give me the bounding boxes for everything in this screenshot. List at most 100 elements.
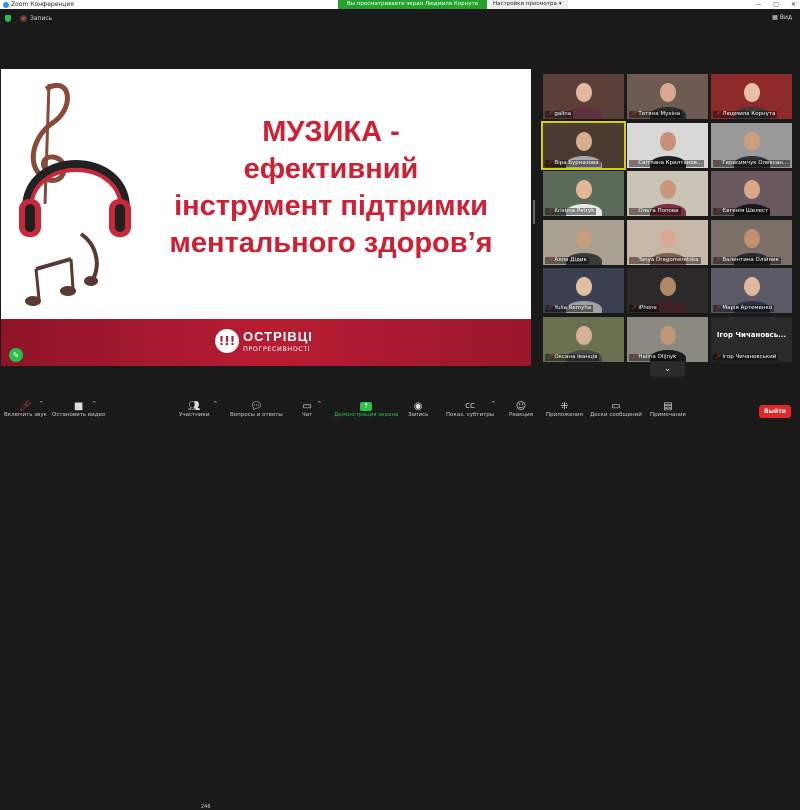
apps-button[interactable]: ⁜ Приложения (546, 401, 583, 418)
participant-name: Ігор Чичановський (722, 353, 777, 360)
participant-tile[interactable]: 🎤︎ Kristina Petryk (543, 171, 624, 216)
participant-name: galina (554, 111, 572, 117)
participant-name: Віра Бурназова (554, 159, 599, 166)
grid-view-icon: ▦ (772, 14, 778, 21)
audio-options-caret[interactable]: ^ (39, 401, 44, 407)
participant-tile[interactable]: 🎤︎ Євгенія Шелест (711, 171, 792, 216)
chat-button[interactable]: ▭ Чат (302, 401, 312, 418)
participant-tile[interactable]: 🎤︎ galina (543, 74, 624, 119)
participant-tile[interactable]: 🎤︎ Tanya Dragomeretska (627, 219, 708, 265)
encryption-shield-icon[interactable] (5, 14, 11, 22)
slide-title-line: інструмент підтримки (174, 190, 488, 222)
meeting-toolbar: 🎤︎ Включить звук ^ ■ Остановить видео ^ … (0, 400, 800, 810)
participant-tile[interactable]: 🎤︎ Ольга Попова (627, 171, 708, 216)
leave-meeting-button[interactable]: Выйти (759, 405, 791, 418)
participants-options-caret[interactable]: ^ (213, 401, 218, 407)
participant-video-face (743, 228, 760, 248)
participant-tile[interactable]: 🎤︎ iPhone (627, 268, 708, 313)
close-button[interactable]: ✕ (791, 0, 796, 9)
participant-name: Тетяна Мухіна (638, 111, 681, 117)
view-options-label: Настройки просмотра (493, 1, 557, 7)
participant-name-label: 🎤︎ Алла Дідик (545, 256, 589, 264)
participant-tile[interactable]: 🎤︎ Марія Артеменко (711, 268, 792, 313)
muted-mic-icon: 🎤︎ (547, 159, 554, 166)
music-note-icon (35, 257, 72, 271)
subtitles-options-caret[interactable]: ^ (491, 401, 496, 407)
muted-mic-icon: 🎤︎ (715, 353, 722, 360)
participant-video-face (659, 277, 676, 296)
gallery-scroll-down-button[interactable]: ⌄ (650, 361, 685, 377)
qa-button[interactable]: 💬︎ Вопросы и ответы (230, 401, 283, 418)
participant-video-face (575, 325, 592, 345)
participant-video-face (659, 180, 676, 199)
participant-name-label: 🎤︎ Світлана Крилтанов... (629, 159, 705, 167)
participant-name-label: 🎤︎ Тетяна Мухіна (629, 111, 683, 118)
clef-stem (43, 83, 51, 205)
muted-mic-icon: 🎤︎ (715, 208, 722, 214)
view-button[interactable]: ▦ Вид (772, 14, 792, 21)
participant-tile[interactable]: 🎤︎ Герасимчук Олексан... (711, 122, 792, 168)
participant-name-placeholder: Ігор Чичановсь... (716, 330, 787, 339)
participant-tile[interactable]: 🎤︎ Алла Дідик (543, 219, 624, 265)
participant-tile[interactable]: 🎤︎ Halina Olijnyk (627, 316, 708, 362)
brand-name: ОСТРІВЦІ (243, 329, 313, 344)
share-screen-label: Демонстрация экрана (334, 412, 399, 418)
muted-mic-icon: 🎤︎ (631, 111, 638, 117)
participant-tile[interactable]: 🎤︎ Валентина Олійник (711, 219, 792, 265)
notes-button[interactable]: ▤ Примечания (650, 401, 686, 418)
participant-tile[interactable]: 🎤︎ Віра Бурназова (541, 120, 626, 170)
viewing-screen-banner: Вы просматриваете экран Людмила Корнута (338, 0, 487, 9)
video-options-caret[interactable]: ^ (92, 401, 97, 407)
reactions-label: Реакция (509, 412, 534, 418)
participant-video-face (575, 180, 592, 199)
minimize-button[interactable]: — (755, 0, 761, 9)
participant-name: Tanya Dragomeretska (638, 256, 699, 263)
qa-label: Вопросы и ответы (230, 412, 283, 418)
participant-tile[interactable]: 🎤︎ Світлана Крилтанов... (627, 122, 708, 168)
muted-mic-icon: 🎤︎ (547, 353, 554, 360)
record-icon: ◉ (413, 401, 423, 412)
app-title-area: Zoom Конференция (0, 1, 74, 8)
participant-video-face (659, 325, 676, 345)
whiteboard-icon: ▭ (611, 401, 621, 412)
zoom-logo-icon (3, 1, 9, 8)
record-button[interactable]: ◉ Запись (408, 401, 428, 418)
recording-icon[interactable] (20, 14, 27, 22)
split-resize-handle[interactable] (533, 200, 535, 224)
whiteboards-label: Доски сообщений (590, 412, 642, 418)
chat-icon: ▭ (302, 401, 312, 412)
participant-video-face (659, 131, 676, 151)
participant-name-label: 🎤︎ Віра Бурназова (545, 159, 601, 167)
chat-options-caret[interactable]: ^ (317, 401, 322, 407)
participant-tile[interactable]: 🎤︎ Тетяна Мухіна (627, 74, 708, 119)
participant-name-label: 🎤︎ Ігор Чичановський (713, 353, 779, 361)
subtitles-button[interactable]: CC Показ. субтитры (446, 401, 494, 418)
participant-video-face (659, 83, 676, 102)
participant-tile[interactable]: Ігор Чичановсь... 🎤︎ Ігор Чичановський (711, 316, 792, 362)
participant-name-label: 🎤︎ Оксана Іванців (545, 353, 600, 361)
participant-tile[interactable]: 🎤︎ Людмила Корнута (711, 74, 792, 119)
participant-video-face (743, 83, 760, 102)
view-options-button[interactable]: Настройки просмотра ▾ (487, 0, 568, 9)
brand-subtitle: ПРОГРЕСИВНОСТІ (243, 345, 311, 353)
whiteboards-button[interactable]: ▭ Доски сообщений (590, 401, 642, 418)
participant-tile[interactable]: 🎤︎ Yulia Remyha (543, 268, 624, 313)
participants-button[interactable]: 👥︎ Участники (179, 401, 209, 418)
annotate-pencil-icon[interactable]: ✎ (9, 348, 23, 362)
participants-icon: 👥︎ (187, 401, 201, 412)
muted-mic-icon: 🎤︎ (715, 159, 722, 166)
participant-video-face (743, 131, 760, 151)
maximize-button[interactable]: □ (773, 0, 779, 9)
video-camera-icon: ■ (73, 401, 84, 412)
share-screen-button[interactable]: ↑ Демонстрация экрана (334, 401, 398, 418)
reactions-button[interactable]: ☺ Реакция (509, 401, 533, 418)
participant-name: iPhone (638, 305, 657, 311)
chevron-down-icon: ⌄ (663, 364, 672, 374)
stop-video-button[interactable]: ■ Остановить видео (52, 401, 105, 418)
participant-name-label: 🎤︎ Kristina Petryk (545, 208, 597, 215)
view-button-label: Вид (779, 14, 792, 21)
microphone-muted-icon: 🎤︎ (19, 401, 32, 412)
participant-name-label: 🎤︎ Марія Артеменко (713, 305, 775, 312)
participant-tile[interactable]: 🎤︎ Оксана Іванців (543, 316, 624, 362)
muted-mic-icon: 🎤︎ (547, 256, 554, 263)
